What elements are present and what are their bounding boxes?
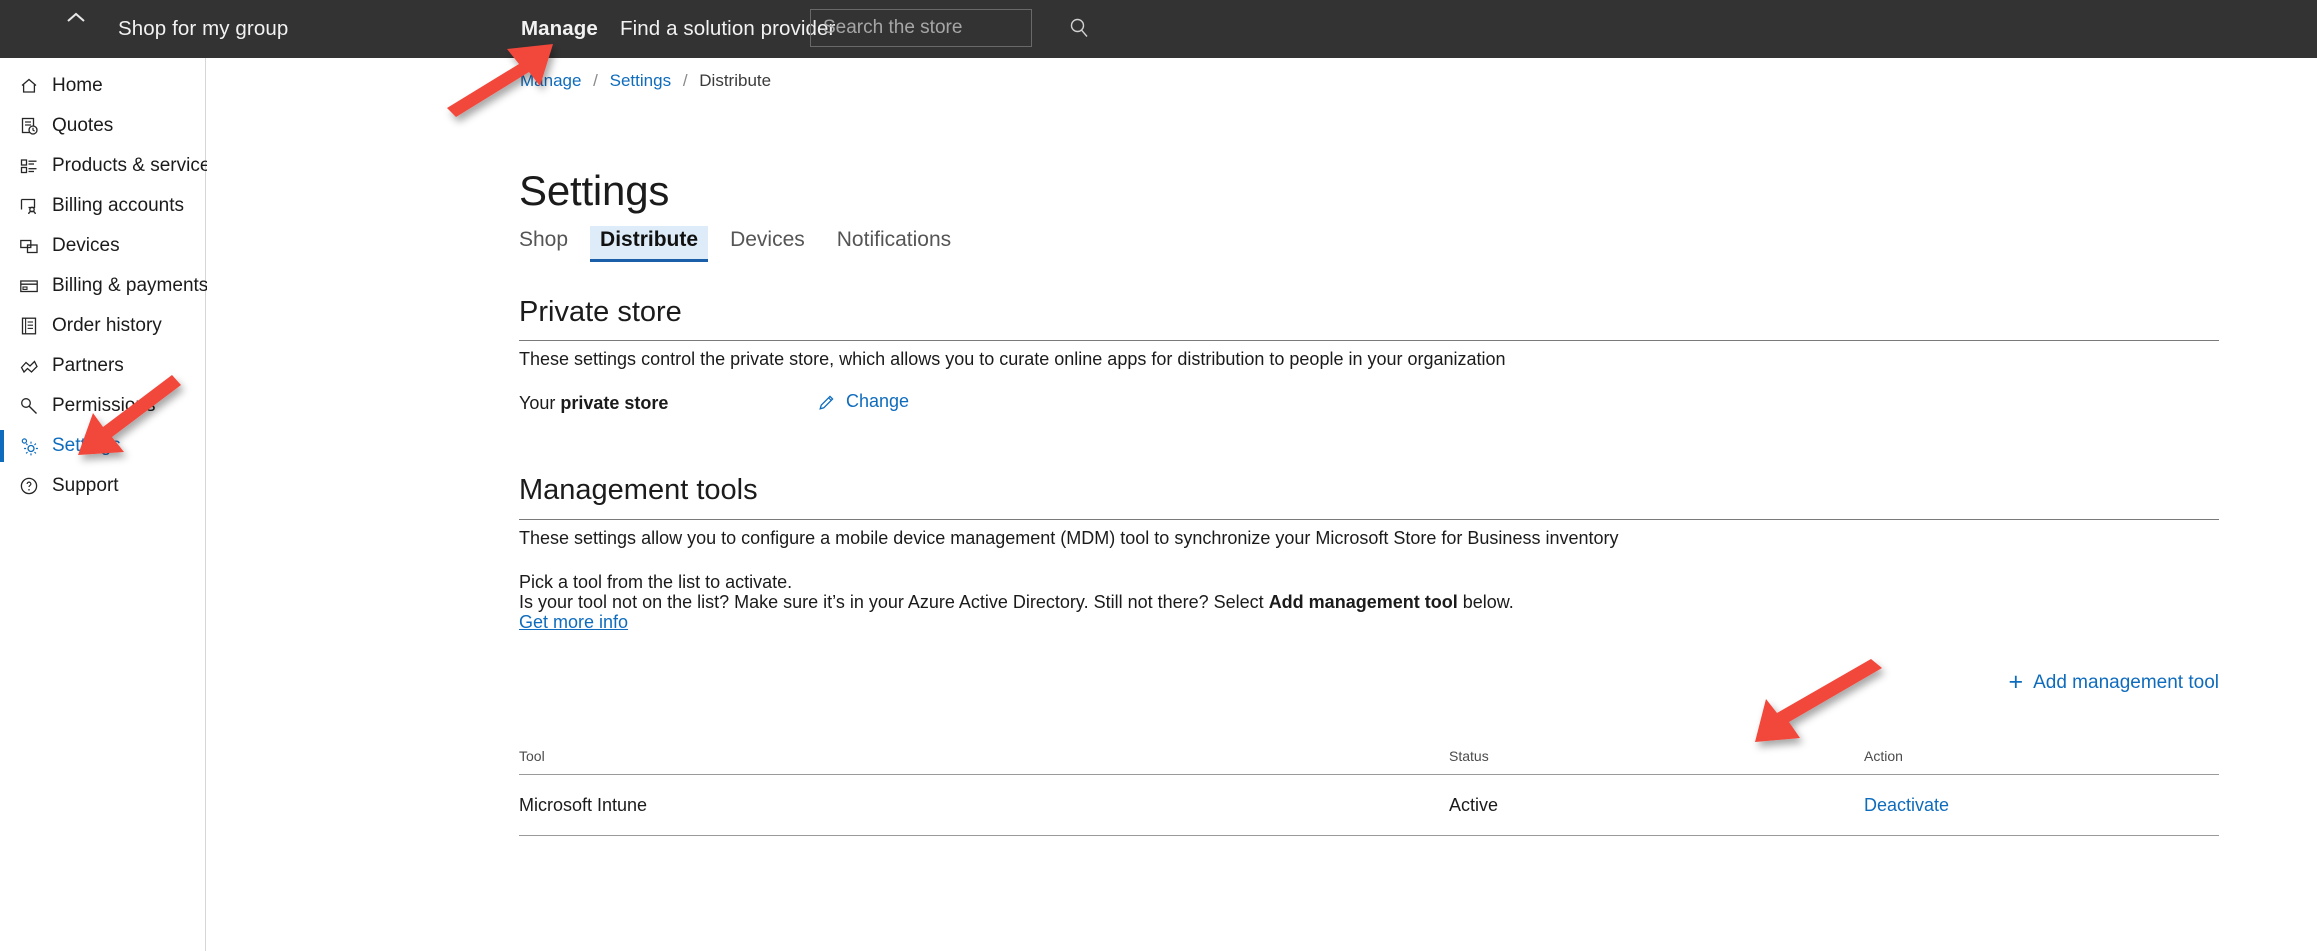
breadcrumb-separator: / xyxy=(682,71,688,90)
top-navigation-bar: Shop for my group Manage Find a solution… xyxy=(0,0,2317,58)
private-store-row: Your private store xyxy=(519,393,668,414)
column-header-tool: Tool xyxy=(519,748,545,764)
sidebar-item-label: Devices xyxy=(52,235,120,256)
search-icon xyxy=(1070,18,1088,37)
question-circle-icon xyxy=(18,475,40,497)
management-tools-description: These settings allow you to configure a … xyxy=(519,528,1619,548)
products-icon xyxy=(18,155,40,177)
section-divider xyxy=(519,340,2219,341)
not-on-list-suffix: below. xyxy=(1457,592,1514,612)
sidebar-item-support[interactable]: Support xyxy=(0,466,205,506)
order-history-icon xyxy=(18,315,40,337)
sidebar-item-billing-accounts[interactable]: Billing accounts xyxy=(0,186,205,226)
sidebar-item-settings[interactable]: Settings xyxy=(0,426,205,466)
change-link-label: Change xyxy=(846,391,910,411)
sidebar-item-label: Home xyxy=(52,75,103,96)
add-management-tool-button[interactable]: + Add management tool xyxy=(2008,670,2219,695)
breadcrumb-manage[interactable]: Manage xyxy=(520,71,581,90)
breadcrumb-settings[interactable]: Settings xyxy=(610,71,671,90)
change-private-store-button[interactable]: Change xyxy=(817,391,909,412)
breadcrumb: Manage / Settings / Distribute xyxy=(520,71,771,91)
shop-for-my-group-link[interactable]: Shop for my group xyxy=(118,17,288,41)
cell-status: Active xyxy=(1449,794,1499,815)
sidebar-item-quotes[interactable]: Quotes xyxy=(0,106,205,146)
column-header-action: Action xyxy=(1864,748,1903,764)
sidebar-item-devices[interactable]: Devices xyxy=(0,226,205,266)
column-header-status: Status xyxy=(1449,748,1489,764)
sidebar-item-label: Partners xyxy=(52,355,124,376)
search-box[interactable] xyxy=(810,9,1088,47)
private-store-heading: Private store xyxy=(519,296,682,328)
gear-icon xyxy=(18,435,40,457)
get-more-info-link[interactable]: Get more info xyxy=(519,612,628,633)
partners-icon xyxy=(18,355,40,377)
breadcrumb-current: Distribute xyxy=(699,71,772,90)
billing-accounts-icon xyxy=(18,195,40,217)
section-divider xyxy=(519,519,2219,520)
sidebar-item-permissions[interactable]: Permissions xyxy=(0,386,205,426)
sidebar-item-partners[interactable]: Partners xyxy=(0,346,205,386)
not-on-list-text: Is your tool not on the list? Make sure … xyxy=(519,592,1514,613)
main-content: Manage / Settings / Distribute Settings … xyxy=(207,58,2317,951)
sidebar-active-indicator xyxy=(0,430,4,462)
find-solution-provider-link[interactable]: Find a solution provider xyxy=(620,17,836,41)
not-on-list-bold: Add management tool xyxy=(1268,592,1458,612)
sidebar-item-label: Billing accounts xyxy=(52,195,185,216)
management-tools-heading: Management tools xyxy=(519,474,758,506)
sidebar-item-label: Quotes xyxy=(52,115,114,136)
manage-nav-link[interactable]: Manage xyxy=(521,17,598,41)
sidebar-item-label: Billing & payments xyxy=(52,275,209,296)
sidebar-item-label: Order history xyxy=(52,315,162,336)
management-tools-table: Tool Status Action Microsoft Intune Acti… xyxy=(519,738,2219,836)
tab-shop[interactable]: Shop xyxy=(509,226,578,262)
pick-tool-text: Pick a tool from the list to activate. xyxy=(519,572,793,592)
tab-devices[interactable]: Devices xyxy=(720,226,815,262)
search-input[interactable] xyxy=(823,17,1068,39)
sidebar-navigation: Home Quotes Products & services Billing … xyxy=(0,58,220,951)
tab-distribute[interactable]: Distribute xyxy=(590,226,709,262)
not-on-list-prefix: Is your tool not on the list? Make sure … xyxy=(519,592,1269,612)
sidebar-item-order-history[interactable]: Order history xyxy=(0,306,205,346)
credit-card-icon xyxy=(18,275,40,297)
breadcrumb-separator: / xyxy=(593,71,598,90)
sidebar-item-home[interactable]: Home xyxy=(0,66,205,106)
settings-tabs: Shop Distribute Devices Notifications xyxy=(519,226,973,262)
key-icon xyxy=(18,395,40,417)
deactivate-link[interactable]: Deactivate xyxy=(1864,795,1949,815)
sidebar-item-label: Permissions xyxy=(52,395,156,416)
add-management-tool-label: Add management tool xyxy=(2033,671,2219,693)
sidebar-item-label: Support xyxy=(52,475,119,496)
sidebar-item-products-services[interactable]: Products & services xyxy=(0,146,220,186)
quotes-icon xyxy=(18,115,40,137)
sidebar-item-label: Products & services xyxy=(52,155,220,176)
cell-tool-name: Microsoft Intune xyxy=(519,794,648,815)
private-store-label: Your private store xyxy=(519,393,668,414)
tab-notifications[interactable]: Notifications xyxy=(827,226,961,262)
cell-action: Deactivate xyxy=(1864,795,2219,816)
table-row: Microsoft Intune Active Deactivate xyxy=(519,774,2219,836)
private-store-label-bold: private store xyxy=(560,393,669,413)
page-title: Settings xyxy=(519,167,670,214)
plus-icon: + xyxy=(2008,668,2024,696)
chevron-up-icon[interactable] xyxy=(58,4,94,32)
private-store-label-prefix: Your xyxy=(519,393,561,413)
sidebar-item-billing-payments[interactable]: Billing & payments xyxy=(0,266,209,306)
devices-icon xyxy=(18,235,40,257)
home-icon xyxy=(18,75,40,97)
pencil-icon xyxy=(819,394,834,410)
sidebar-item-label: Settings xyxy=(52,435,121,456)
table-header-row: Tool Status Action xyxy=(519,738,2219,774)
private-store-description: These settings control the private store… xyxy=(519,349,1506,369)
